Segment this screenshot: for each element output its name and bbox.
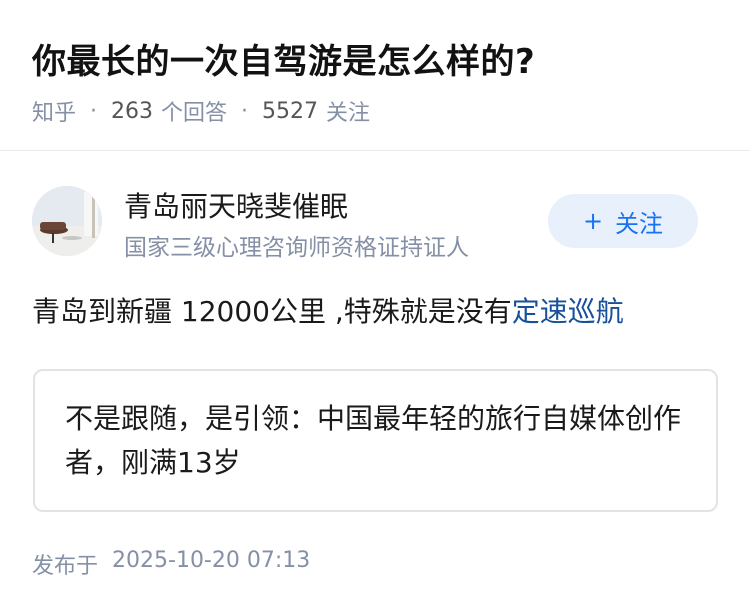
followers-label: 关注 (326, 101, 371, 126)
publish-time: 2025-10-20 07:13 (112, 548, 311, 573)
question-title[interactable]: 你最长的一次自驾游是怎么样的? (32, 34, 535, 83)
separator-dot: · (90, 98, 98, 124)
answers-label: 个回答 (161, 101, 228, 126)
follow-button[interactable]: + 关注 (548, 194, 698, 248)
cruise-control-link[interactable]: 定速巡航 (512, 295, 624, 328)
linked-article-card[interactable]: 不是跟随，是引领：中国最年轻的旅行自媒体创作者，刚满13岁 (33, 369, 718, 512)
author-name[interactable]: 青岛丽天晓斐催眠 (124, 185, 348, 225)
answer-text: 青岛到新疆 12000公里 ,特殊就是没有定速巡航 (32, 290, 624, 330)
avatar[interactable] (32, 186, 102, 256)
follow-button-label: 关注 (615, 209, 664, 238)
followers-count: 5527 (262, 98, 319, 124)
divider (0, 150, 750, 151)
question-meta: 知乎 · 263 个回答 · 5527 关注 (32, 95, 370, 127)
publish-label: 发布于 (32, 554, 99, 579)
plus-icon: + (582, 207, 604, 235)
separator-dot: · (241, 98, 249, 124)
answer-text-body: 青岛到新疆 12000公里 ,特殊就是没有 (32, 295, 512, 328)
avatar-photo-icon (32, 186, 102, 256)
source-label[interactable]: 知乎 (32, 95, 76, 127)
author-bio: 国家三级心理咨询师资格证持证人 (124, 235, 469, 261)
linked-article-title: 不是跟随，是引领：中国最年轻的旅行自媒体创作者，刚满13岁 (65, 402, 682, 479)
answers-count: 263 (111, 98, 154, 124)
publish-info: 发布于 2025-10-20 07:13 (32, 548, 310, 580)
